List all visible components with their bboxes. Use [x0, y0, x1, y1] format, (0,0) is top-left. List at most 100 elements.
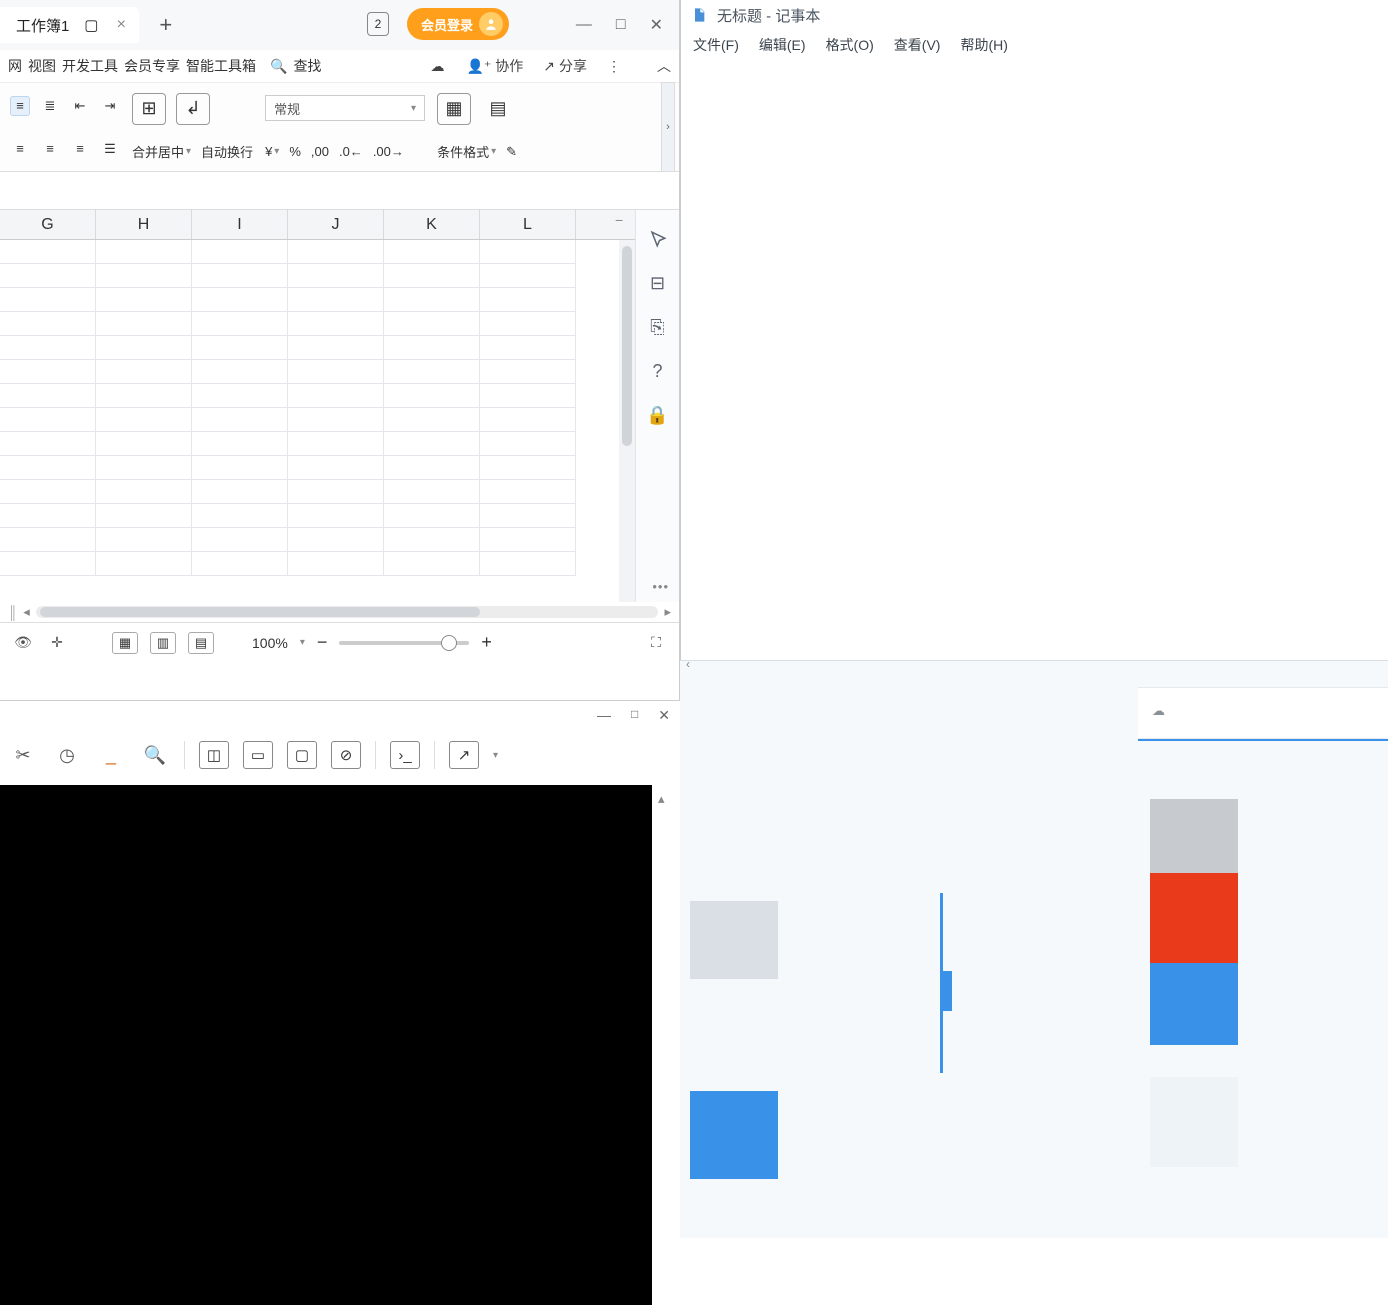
view-break-icon[interactable]: ▤: [188, 632, 214, 654]
cell[interactable]: [480, 360, 576, 384]
cell[interactable]: [192, 432, 288, 456]
notepad-menu-help[interactable]: 帮助(H): [960, 35, 1007, 55]
layout-none-icon[interactable]: ⊘: [331, 741, 361, 769]
console-scroll-up-icon[interactable]: ▴: [658, 791, 674, 821]
layout-bottom-icon[interactable]: ▭: [243, 741, 273, 769]
cell[interactable]: [288, 312, 384, 336]
view-page-icon[interactable]: ▥: [150, 632, 176, 654]
cursor-icon[interactable]: [647, 228, 669, 250]
cell[interactable]: [480, 504, 576, 528]
collapse-ribbon-icon[interactable]: ︿: [657, 56, 671, 76]
cell[interactable]: [192, 312, 288, 336]
table-row[interactable]: [0, 264, 635, 288]
search-icon[interactable]: 🔍: [270, 58, 287, 75]
align-justify-icon[interactable]: ☰: [100, 139, 120, 159]
table-row[interactable]: [0, 360, 635, 384]
scroll-minus-icon[interactable]: −: [615, 212, 633, 228]
notepad-menu-format[interactable]: 格式(O): [826, 35, 874, 55]
expand-dd-icon[interactable]: ▾: [493, 750, 498, 761]
cell[interactable]: [384, 360, 480, 384]
cell[interactable]: [288, 456, 384, 480]
percent-button[interactable]: %: [289, 144, 301, 159]
tab-pin-icon[interactable]: ▢: [83, 17, 99, 33]
cell[interactable]: [384, 456, 480, 480]
layout-split-icon[interactable]: ◫: [199, 741, 229, 769]
document-tab[interactable]: 工作簿1 ▢ ×: [0, 7, 139, 43]
zoom-slider[interactable]: [339, 641, 469, 645]
crosshair-icon[interactable]: ✛: [46, 632, 68, 654]
cell[interactable]: [384, 528, 480, 552]
cell[interactable]: [0, 408, 96, 432]
cell[interactable]: [0, 336, 96, 360]
terminal-icon[interactable]: ›_: [390, 741, 420, 769]
menu-smart[interactable]: 智能工具箱: [186, 56, 256, 76]
cell[interactable]: [480, 240, 576, 264]
cell[interactable]: [192, 264, 288, 288]
more-menu-icon[interactable]: ⋮: [607, 58, 621, 75]
cell[interactable]: [288, 432, 384, 456]
cell[interactable]: [192, 360, 288, 384]
cell[interactable]: [0, 552, 96, 576]
cell[interactable]: [192, 456, 288, 480]
table-row[interactable]: [0, 528, 635, 552]
cell[interactable]: [480, 384, 576, 408]
cell[interactable]: [0, 288, 96, 312]
fullscreen-icon[interactable]: ⛶: [645, 632, 667, 654]
console-minimize-icon[interactable]: —: [597, 707, 611, 724]
table-row[interactable]: [0, 504, 635, 528]
cell[interactable]: [288, 480, 384, 504]
cell[interactable]: [96, 240, 192, 264]
cell[interactable]: [288, 528, 384, 552]
cond-format-button[interactable]: 条件格式▾: [437, 142, 496, 161]
cell[interactable]: [0, 504, 96, 528]
horizontal-scrollbar[interactable]: ║ ◂ ▸: [0, 602, 679, 622]
cell[interactable]: [288, 384, 384, 408]
layout-center-icon[interactable]: ▢: [287, 741, 317, 769]
table-row[interactable]: [0, 480, 635, 504]
cell[interactable]: [288, 408, 384, 432]
cell[interactable]: [96, 552, 192, 576]
align-top-icon[interactable]: ≡: [10, 96, 30, 116]
cell[interactable]: [0, 528, 96, 552]
menu-member[interactable]: 会员专享: [124, 56, 180, 76]
align-center-icon[interactable]: ≡: [40, 139, 60, 159]
cell[interactable]: [384, 552, 480, 576]
ribbon-expand-icon[interactable]: ›: [661, 82, 675, 172]
clipboard-icon[interactable]: ⎘: [647, 316, 669, 338]
scroll-left-icon[interactable]: ◂: [23, 604, 30, 620]
cell[interactable]: [384, 240, 480, 264]
notepad-menu-edit[interactable]: 编辑(E): [759, 35, 806, 55]
cell[interactable]: [0, 384, 96, 408]
side-more-icon[interactable]: •••: [652, 579, 669, 594]
cell[interactable]: [0, 360, 96, 384]
cloud-outline-icon[interactable]: ☁: [1152, 703, 1172, 723]
cell[interactable]: [0, 240, 96, 264]
share-button[interactable]: ↗分享: [543, 56, 587, 76]
col-header[interactable]: K: [384, 210, 480, 239]
expand-icon[interactable]: ↗: [449, 741, 479, 769]
auto-wrap-button[interactable]: 自动换行: [201, 142, 253, 161]
grid-rows[interactable]: [0, 240, 635, 576]
cell[interactable]: [192, 408, 288, 432]
zoom-dd-icon[interactable]: ▾: [300, 637, 305, 648]
cell[interactable]: [480, 528, 576, 552]
cell[interactable]: [288, 264, 384, 288]
cell[interactable]: [0, 456, 96, 480]
table-row[interactable]: [0, 336, 635, 360]
clock-icon[interactable]: ◷: [52, 740, 82, 770]
scroll-right-icon[interactable]: ▸: [664, 604, 671, 620]
cell[interactable]: [384, 264, 480, 288]
cell[interactable]: [384, 336, 480, 360]
cell[interactable]: [96, 408, 192, 432]
window-minimize-icon[interactable]: —: [576, 16, 592, 34]
col-header[interactable]: G: [0, 210, 96, 239]
cell[interactable]: [288, 240, 384, 264]
col-header[interactable]: J: [288, 210, 384, 239]
merge-center-button[interactable]: 合并居中▾: [132, 142, 191, 161]
cell[interactable]: [288, 288, 384, 312]
cloud-icon[interactable]: ☁: [428, 57, 446, 75]
formula-bar[interactable]: [0, 172, 679, 210]
cell[interactable]: [384, 432, 480, 456]
table-row[interactable]: [0, 408, 635, 432]
cell[interactable]: [96, 360, 192, 384]
